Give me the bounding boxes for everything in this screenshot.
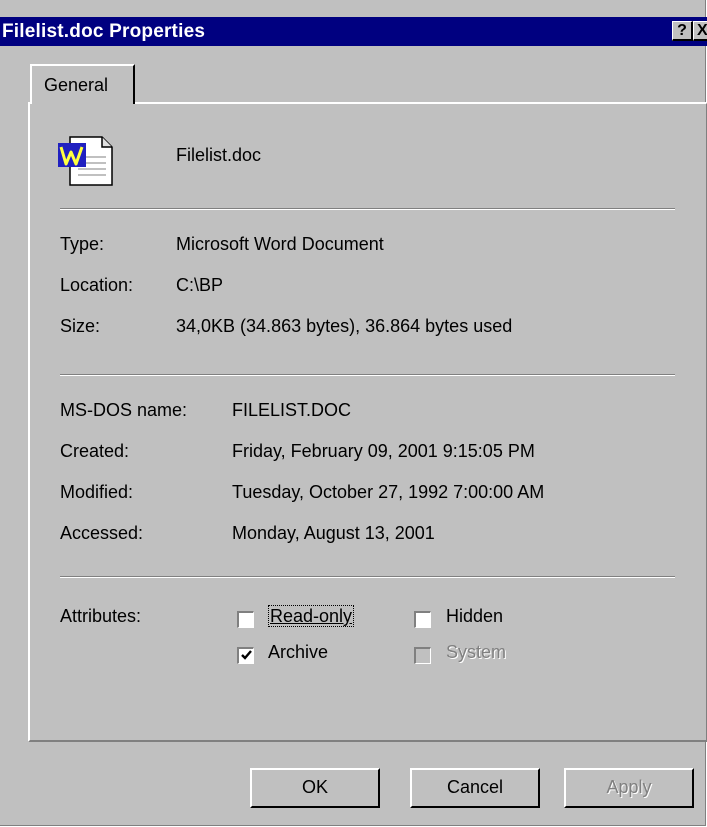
separator <box>60 576 675 578</box>
modified-value: Tuesday, October 27, 1992 7:00:00 AM <box>232 482 545 502</box>
ok-button[interactable]: OK <box>250 768 380 808</box>
general-panel <box>28 102 707 742</box>
msdos-name-value: FILELIST.DOC <box>232 400 352 420</box>
system-checkbox <box>414 647 431 664</box>
hidden-label[interactable]: Hidden <box>446 606 503 627</box>
tab-general[interactable]: General <box>30 64 135 104</box>
properties-dialog: Filelist.doc Properties ? X General File… <box>0 0 707 826</box>
location-label: Location: <box>60 275 134 295</box>
apply-button: Apply <box>564 768 694 808</box>
accessed-label: Accessed: <box>60 523 144 543</box>
created-value: Friday, February 09, 2001 9:15:05 PM <box>232 441 535 461</box>
location-value: C:\BP <box>176 275 224 295</box>
readonly-label-text: Read-only <box>268 605 355 627</box>
type-value: Microsoft Word Document <box>176 234 384 254</box>
title-bar: Filelist.doc Properties ? X <box>0 17 707 46</box>
size-label: Size: <box>60 316 101 336</box>
tab-general-label: General <box>44 75 109 95</box>
system-label: System <box>446 642 507 662</box>
accessed-value: Monday, August 13, 2001 <box>232 523 435 543</box>
separator <box>60 374 675 376</box>
checkmark-icon <box>240 650 252 660</box>
word-document-icon <box>58 136 113 186</box>
close-button[interactable]: X <box>693 21 707 41</box>
hidden-checkbox[interactable] <box>414 611 431 628</box>
help-button[interactable]: ? <box>672 21 693 41</box>
modified-label: Modified: <box>60 482 134 502</box>
attributes-label: Attributes: <box>60 606 142 626</box>
created-label: Created: <box>60 441 130 461</box>
msdos-name-label: MS-DOS name: <box>60 400 188 420</box>
readonly-checkbox[interactable] <box>237 611 254 628</box>
separator <box>60 208 675 210</box>
window-title: Filelist.doc Properties <box>2 21 206 42</box>
readonly-label[interactable]: Read-only <box>268 605 355 627</box>
size-value: 34,0KB (34.863 bytes), 36.864 bytes used <box>176 316 513 336</box>
archive-label[interactable]: Archive <box>268 642 328 663</box>
type-label: Type: <box>60 234 105 254</box>
archive-checkbox[interactable] <box>237 647 254 664</box>
cancel-button[interactable]: Cancel <box>410 768 540 808</box>
file-name: Filelist.doc <box>176 145 262 165</box>
